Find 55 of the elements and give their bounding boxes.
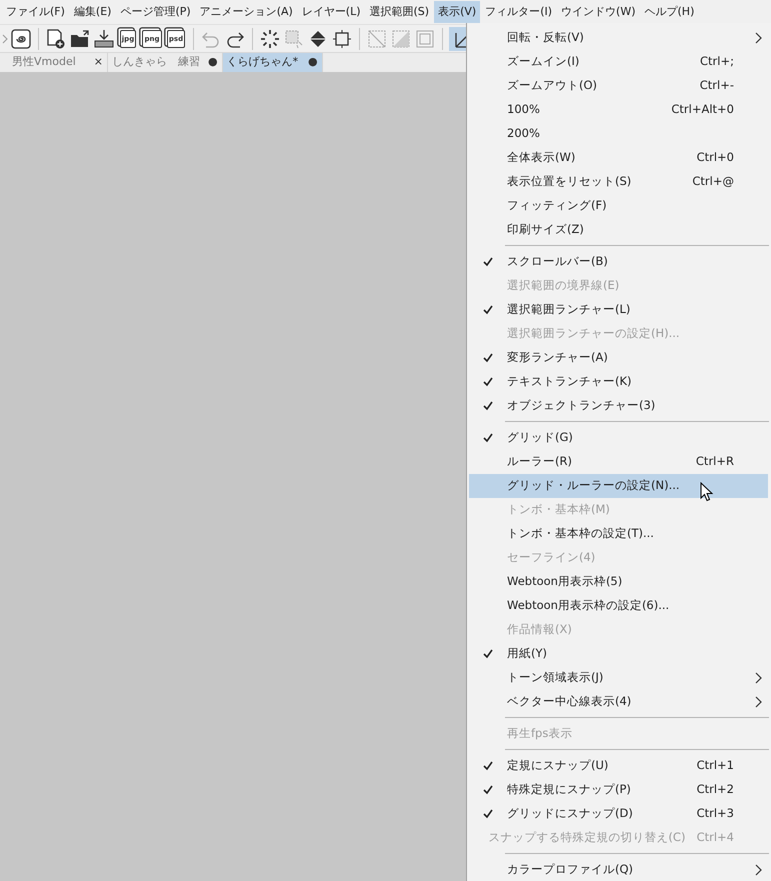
tab-close[interactable]: ●: [308, 54, 318, 71]
new-file-button[interactable]: [45, 26, 67, 50]
menu-bar-item[interactable]: ページ管理(P): [116, 1, 195, 23]
cursor-icon: [700, 482, 714, 502]
menu-bar-item[interactable]: ウインドウ(W): [557, 1, 640, 23]
menu-item[interactable]: 変形ランチャー(A): [469, 346, 768, 370]
document-tab[interactable]: くらげちゃん* ●: [222, 53, 323, 72]
menu-item[interactable]: グリッド・ルーラーの設定(N)...: [469, 474, 768, 498]
menu-bar-item[interactable]: ヘルプ(H): [640, 1, 698, 23]
panel-toggle-icon[interactable]: [2, 34, 8, 44]
menu-item[interactable]: グリッドにスナップ(D) Ctrl+3: [469, 802, 768, 826]
menu-item[interactable]: Webtoon用表示枠(5): [469, 570, 768, 594]
menu-item[interactable]: ベクター中心線表示(4): [469, 690, 768, 714]
menu-item[interactable]: テキストランチャー(K): [469, 370, 768, 394]
shortcut-text: Ctrl+-: [698, 77, 735, 94]
shortcut-text: Ctrl+Alt+0: [670, 101, 735, 118]
menu-item[interactable]: 200%: [469, 122, 768, 146]
menu-item[interactable]: スクロールバー(B): [469, 250, 768, 274]
menu-item[interactable]: 特殊定規にスナップ(P) Ctrl+2: [469, 778, 768, 802]
menu-item[interactable]: グリッド(G): [469, 426, 768, 450]
menu-bar-item[interactable]: レイヤー(L): [298, 1, 365, 23]
menu-bar-item[interactable]: ファイル(F): [2, 1, 69, 23]
shortcut-text: Ctrl+R: [694, 453, 735, 470]
menu-bar-item[interactable]: 表示(V): [434, 1, 480, 23]
shortcut-text: Ctrl+0: [696, 149, 735, 166]
shortcut-text: Ctrl+@: [691, 173, 735, 190]
menu-item[interactable]: 用紙(Y): [469, 642, 768, 666]
menu-bar-item[interactable]: 選択範囲(S): [366, 1, 434, 23]
menu-bar-item[interactable]: アニメーション(A): [196, 1, 297, 23]
shortcut-text: Ctrl+3: [696, 805, 735, 822]
menu-item[interactable]: 表示位置をリセット(S) Ctrl+@: [469, 170, 768, 194]
menu-item[interactable]: カラープロファイル(Q): [469, 858, 768, 881]
shortcut-text: Ctrl+4: [696, 829, 735, 846]
shortcut-text: Ctrl+1: [696, 757, 735, 774]
menu-item[interactable]: オブジェクトランチャー(3): [469, 394, 768, 418]
tab-close[interactable]: ×: [94, 54, 103, 71]
menu-item[interactable]: トンボ・基本枠の設定(T)...: [469, 522, 768, 546]
menu-item[interactable]: 全体表示(W) Ctrl+0: [469, 146, 768, 170]
spiral-button[interactable]: [10, 26, 32, 50]
menu-item[interactable]: ズームアウト(O) Ctrl+-: [469, 74, 768, 98]
menu-item[interactable]: 選択範囲ランチャー(L): [469, 298, 768, 322]
tab-close[interactable]: ●: [208, 54, 218, 71]
menu-item[interactable]: 100% Ctrl+Alt+0: [469, 98, 768, 122]
shortcut-text: Ctrl+;: [699, 53, 735, 70]
menu-item[interactable]: Webtoon用表示枠の設定(6)...: [469, 594, 768, 618]
menu-bar-item[interactable]: 編集(E): [70, 1, 116, 23]
menu-item[interactable]: トーン領域表示(J): [469, 666, 768, 690]
menu-item[interactable]: 印刷サイズ(Z): [469, 218, 768, 242]
menu-item[interactable]: ズームイン(I) Ctrl+;: [469, 50, 768, 74]
menu-item[interactable]: フィッティング(F): [469, 194, 768, 218]
shortcut-text: Ctrl+2: [696, 781, 735, 798]
menu-item[interactable]: 回転・反転(V): [469, 26, 768, 50]
menu-item[interactable]: 定規にスナップ(U) Ctrl+1: [469, 754, 768, 778]
menu-bar-item[interactable]: フィルター(I): [481, 1, 556, 23]
menu-item[interactable]: ルーラー(R) Ctrl+R: [469, 450, 768, 474]
